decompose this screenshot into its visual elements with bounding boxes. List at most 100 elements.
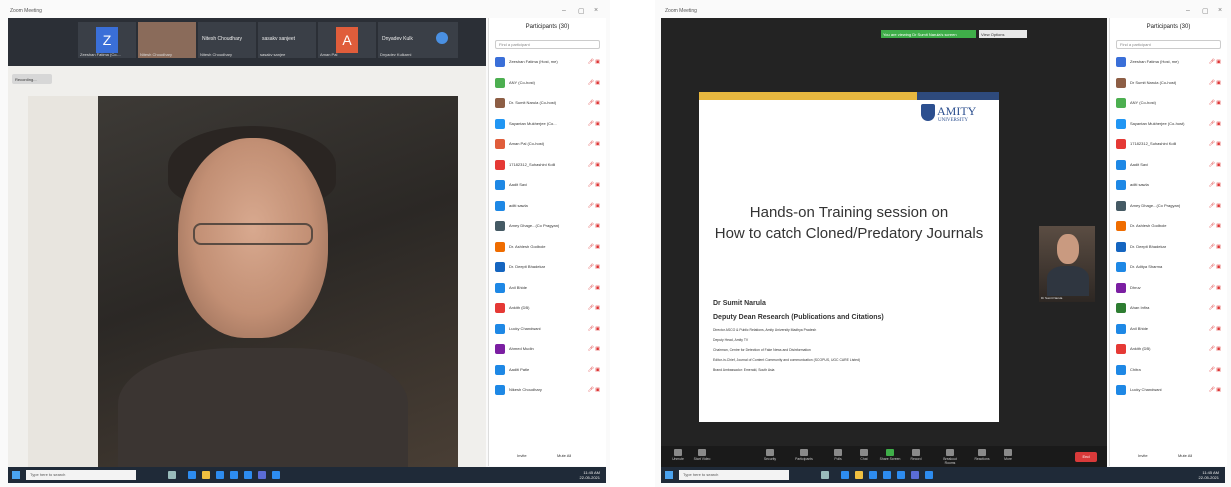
muted-microphone-icon[interactable]: 🎤︎ ▣ [1209,80,1221,86]
participant-row[interactable]: Ankith (DB) 🎤︎ ▣ [489,299,606,320]
participant-row[interactable]: Dhruv 🎤︎ ▣ [1110,279,1227,300]
muted-microphone-icon[interactable]: 🎤︎ ▣ [588,121,600,127]
participant-row[interactable]: Chitra 🎤︎ ▣ [1110,361,1227,382]
participant-thumbnail[interactable]: A Aman Pal [318,22,376,58]
taskbar-search-input[interactable]: Type here to search [26,470,136,480]
muted-microphone-icon[interactable]: 🎤︎ ▣ [588,100,600,106]
participant-row[interactable]: Aman Pal (Co-host) 🎤︎ ▣ [489,135,606,156]
participant-row[interactable]: 17182312_Suhashini Kolli 🎤︎ ▣ [1110,135,1227,156]
muted-microphone-icon[interactable]: 🎤︎ ▣ [588,367,600,373]
muted-microphone-icon[interactable]: 🎤︎ ▣ [1209,59,1221,65]
participant-row[interactable]: Sayantan Mukherjee (Co... 🎤︎ ▣ [489,115,606,136]
folder-icon[interactable] [855,471,863,479]
muted-microphone-icon[interactable]: 🎤︎ ▣ [588,285,600,291]
start-video-button[interactable]: Start Video [691,449,713,467]
participant-row[interactable]: Anil Bhide 🎤︎ ▣ [489,279,606,300]
zoom-icon[interactable] [244,471,252,479]
muted-microphone-icon[interactable]: 🎤︎ ▣ [588,203,600,209]
participant-row[interactable]: aditi sawla 🎤︎ ▣ [1110,176,1227,197]
participant-thumbnail[interactable]: sasakv sanjeet sasakv sanjee [258,22,316,58]
muted-microphone-icon[interactable]: 🎤︎ ▣ [588,162,600,168]
participant-row[interactable]: Nikesh Choudhary 🎤︎ ▣ [489,381,606,402]
muted-microphone-icon[interactable]: 🎤︎ ▣ [1209,100,1221,106]
participant-row[interactable]: 17182312_Suhashini Kolli 🎤︎ ▣ [489,156,606,177]
mail-icon[interactable] [230,471,238,479]
breakout-rooms-button[interactable]: Breakout Rooms [939,449,961,467]
end-meeting-button[interactable]: End [1075,452,1097,462]
participant-row[interactable]: Sayantan Mukherjee (Co-host) 🎤︎ ▣ [1110,115,1227,136]
muted-microphone-icon[interactable]: 🎤︎ ▣ [1209,346,1221,352]
muted-microphone-icon[interactable]: 🎤︎ ▣ [1209,162,1221,168]
participant-row[interactable]: ANY (Co-host) 🎤︎ ▣ [1110,94,1227,115]
edge-icon[interactable] [841,471,849,479]
windows-start-icon[interactable] [665,471,673,479]
muted-microphone-icon[interactable]: 🎤︎ ▣ [1209,326,1221,332]
muted-microphone-icon[interactable]: 🎤︎ ▣ [588,387,600,393]
participant-row[interactable]: Aaditi Patle 🎤︎ ▣ [489,361,606,382]
participant-row[interactable]: Ahan Infira 🎤︎ ▣ [1110,299,1227,320]
participant-row[interactable]: Aadit Savi 🎤︎ ▣ [489,176,606,197]
muted-microphone-icon[interactable]: 🎤︎ ▣ [1209,203,1221,209]
participant-row[interactable]: Dr. Deepti Bhadekar 🎤︎ ▣ [489,258,606,279]
muted-microphone-icon[interactable]: 🎤︎ ▣ [1209,285,1221,291]
muted-microphone-icon[interactable]: 🎤︎ ▣ [588,182,600,188]
store-icon[interactable] [216,471,224,479]
minimize-icon[interactable]: – [562,7,566,14]
muted-microphone-icon[interactable]: 🎤︎ ▣ [588,305,600,311]
muted-microphone-icon[interactable]: 🎤︎ ▣ [1209,182,1221,188]
folder-icon[interactable] [202,471,210,479]
participant-row[interactable]: Zeeshan Fatima (Host, me) 🎤︎ ▣ [1110,53,1227,74]
participant-row[interactable]: Dr. Sumit Narula (Co-host) 🎤︎ ▣ [489,94,606,115]
muted-microphone-icon[interactable]: 🎤︎ ▣ [588,80,600,86]
maximize-icon[interactable]: ▢ [578,7,585,15]
participant-row[interactable]: Dr. Ashlesh Godbole 🎤︎ ▣ [1110,217,1227,238]
participant-search-input[interactable]: Find a participant [1116,40,1221,49]
zoom-icon[interactable] [897,471,905,479]
muted-microphone-icon[interactable]: 🎤︎ ▣ [1209,223,1221,229]
participant-row[interactable]: Ankith (DB) 🎤︎ ▣ [1110,340,1227,361]
invite-button[interactable]: Invite [517,453,527,458]
word-icon[interactable] [925,471,933,479]
participant-row[interactable]: Dr. Deepti Bhadekar 🎤︎ ▣ [1110,238,1227,259]
muted-microphone-icon[interactable]: 🎤︎ ▣ [1209,367,1221,373]
participant-row[interactable]: Dr. Ashlesh Godbole 🎤︎ ▣ [489,238,606,259]
mute-all-button[interactable]: Mute All [1178,453,1192,458]
muted-microphone-icon[interactable]: 🎤︎ ▣ [588,141,600,147]
taskbar-search-input[interactable]: Type here to search [679,470,789,480]
security-button[interactable]: Security [759,449,781,467]
participant-row[interactable]: Lucky Chandwani 🎤︎ ▣ [489,320,606,341]
muted-microphone-icon[interactable]: 🎤︎ ▣ [588,223,600,229]
participant-row[interactable]: Aadit Savi 🎤︎ ▣ [1110,156,1227,177]
participant-row[interactable]: Amey Dhage...(Co Pragyan) 🎤︎ ▣ [1110,197,1227,218]
muted-microphone-icon[interactable]: 🎤︎ ▣ [588,326,600,332]
store-icon[interactable] [869,471,877,479]
muted-microphone-icon[interactable]: 🎤︎ ▣ [588,264,600,270]
participants-button[interactable]: Participants [793,449,815,467]
participant-row[interactable]: Amey Dhage...(Co Pragyan) 🎤︎ ▣ [489,217,606,238]
participant-row[interactable]: aditi sawla 🎤︎ ▣ [489,197,606,218]
participant-row[interactable]: Ahmed Mudin 🎤︎ ▣ [489,340,606,361]
more-button[interactable]: More [997,449,1019,467]
teams-icon[interactable] [258,471,266,479]
teams-icon[interactable] [911,471,919,479]
chat-button[interactable]: Chat [853,449,875,467]
muted-microphone-icon[interactable]: 🎤︎ ▣ [588,244,600,250]
participant-row[interactable]: Anil Bhide 🎤︎ ▣ [1110,320,1227,341]
minimize-icon[interactable]: – [1186,7,1190,14]
task-view-icon[interactable] [168,471,176,479]
word-icon[interactable] [272,471,280,479]
close-icon[interactable]: × [594,7,598,14]
muted-microphone-icon[interactable]: 🎤︎ ▣ [1209,121,1221,127]
task-view-icon[interactable] [821,471,829,479]
reactions-button[interactable]: Reactions [971,449,993,467]
record-button[interactable]: Record [905,449,927,467]
muted-microphone-icon[interactable]: 🎤︎ ▣ [588,346,600,352]
participant-row[interactable]: Dr. Aditya Sharma 🎤︎ ▣ [1110,258,1227,279]
muted-microphone-icon[interactable]: 🎤︎ ▣ [588,59,600,65]
participant-row[interactable]: ANY (Co-host) 🎤︎ ▣ [489,74,606,95]
muted-microphone-icon[interactable]: 🎤︎ ▣ [1209,387,1221,393]
windows-start-icon[interactable] [12,471,20,479]
speaker-video-thumbnail[interactable]: Dr Sumit Narula [1039,226,1095,302]
muted-microphone-icon[interactable]: 🎤︎ ▣ [1209,264,1221,270]
muted-microphone-icon[interactable]: 🎤︎ ▣ [1209,305,1221,311]
